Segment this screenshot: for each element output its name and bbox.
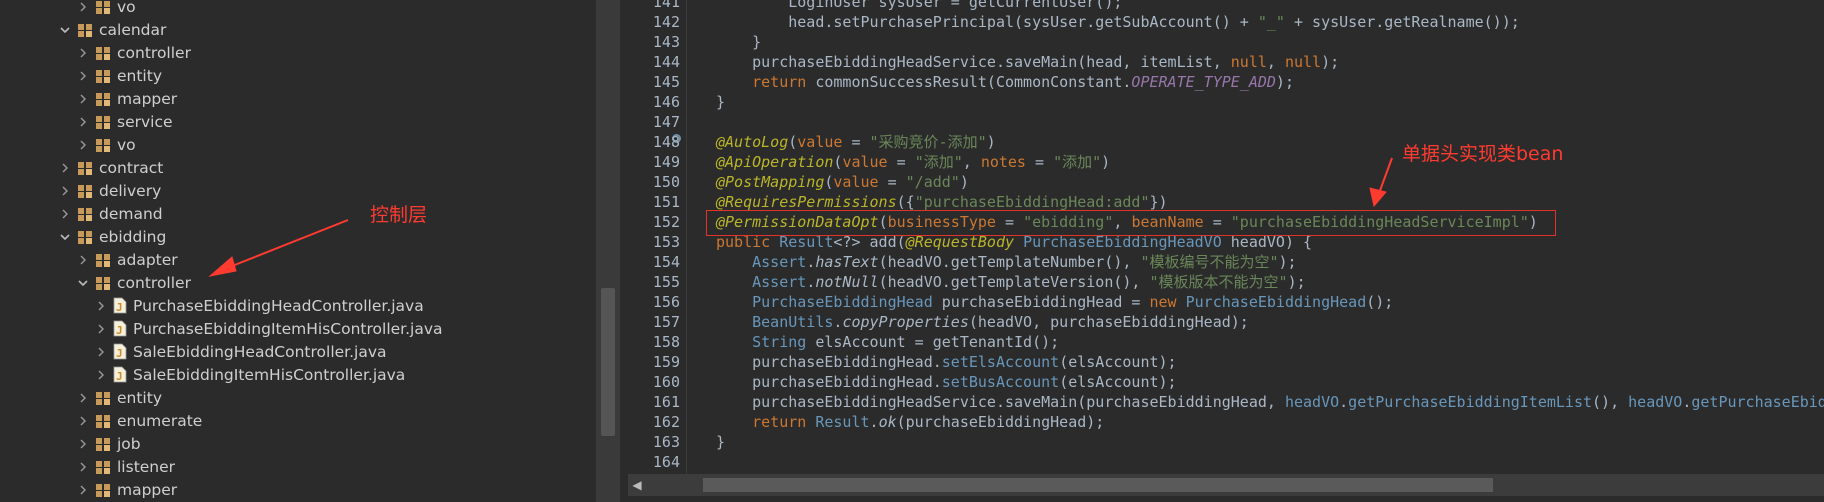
annotation-arrows — [208, 157, 1393, 277]
arrow-to-annotation-line — [1369, 157, 1393, 208]
arrow-to-controller — [208, 219, 349, 277]
